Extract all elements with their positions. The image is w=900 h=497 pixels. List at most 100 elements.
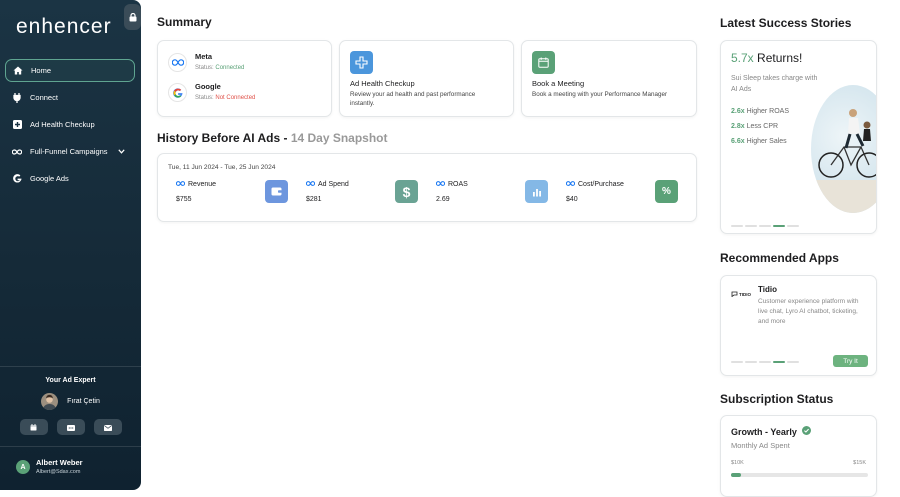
sidebar-item-connect[interactable]: Connect: [5, 86, 135, 109]
ad-health-title: Ad Health Checkup: [350, 79, 415, 88]
history-title: History Before AI Ads - 14 Day Snapshot: [157, 131, 388, 145]
plan-name-text: Growth - Yearly: [731, 426, 797, 437]
ad-health-checkup-card[interactable]: Ad Health Checkup Review your ad health …: [339, 40, 514, 117]
metric-label: Cost/Purchase: [565, 181, 624, 188]
lock-icon[interactable]: [124, 4, 141, 30]
carousel-dot[interactable]: [745, 361, 757, 363]
calendar-icon: [30, 418, 37, 436]
story-stats: 2.6x Higher ROAS 2.8x Less CPR 6.6x High…: [731, 104, 789, 149]
story-stat-num: 2.8x: [731, 123, 745, 130]
metric-label-text: Cost/Purchase: [578, 181, 624, 188]
dollar-icon: $: [395, 180, 418, 203]
metric-label: ROAS: [435, 181, 468, 188]
metric-ad-spend: Ad Spend $281 $: [305, 180, 428, 208]
app-desc: Customer experience platform with live c…: [758, 298, 859, 325]
medical-plus-icon: [12, 120, 22, 130]
sidebar-item-ad-health-checkup[interactable]: Ad Health Checkup: [5, 113, 135, 136]
story-stat: 6.6x Higher Sales: [731, 134, 789, 149]
user-profile[interactable]: A Albert Weber Albert@Sdax.com: [0, 446, 141, 475]
book-meeting-desc: Book a meeting with your Performance Man…: [532, 91, 668, 98]
tidio-logo-text: TIDIO: [739, 291, 751, 297]
history-title-text: History Before AI Ads -: [157, 131, 288, 145]
carousel-dot[interactable]: [759, 225, 771, 227]
story-stat: 2.8x Less CPR: [731, 119, 789, 134]
summary-title: Summary: [157, 15, 212, 29]
success-stories-title: Latest Success Stories: [720, 16, 852, 30]
sidebar: enhencer Home Connect Ad Health Checkup: [0, 0, 141, 490]
email-button[interactable]: [93, 419, 122, 435]
carousel-dot[interactable]: [731, 225, 743, 227]
story-image-bicycle: [811, 85, 876, 213]
meta-icon: [175, 181, 186, 188]
platform-status-card: Meta Status: Connected Google Status: No…: [157, 40, 332, 117]
story-headline-number: 5.7x: [731, 51, 754, 65]
ad-expert-panel: Your Ad Expert Fırat Çetin: [0, 366, 141, 435]
subscription-card[interactable]: Growth - Yearly Monthly Ad Spent $10K $1…: [720, 415, 877, 497]
metric-value: 2.69: [436, 196, 450, 203]
metric-value: $281: [306, 196, 322, 203]
google-status-prefix: Status:: [195, 95, 214, 101]
expert-avatar: [41, 393, 59, 410]
ad-expert: Fırat Çetin: [0, 393, 141, 410]
carousel-dot[interactable]: [731, 361, 743, 363]
app-name: Tidio: [758, 285, 777, 294]
sidebar-item-label: Google Ads: [30, 174, 69, 183]
plan-label: Monthly Ad Spent: [731, 441, 790, 450]
story-stat-text: Higher Sales: [746, 138, 787, 145]
recommended-apps-title: Recommended Apps: [720, 251, 839, 265]
wallet-icon: [265, 180, 288, 203]
recommended-app-card[interactable]: TIDIO Tidio Customer experience platform…: [720, 275, 877, 376]
meta-icon: [168, 53, 187, 72]
google-icon: [12, 174, 22, 184]
calendar-button[interactable]: [19, 418, 48, 436]
meta-icon: [435, 181, 446, 188]
story-stat-num: 2.6x: [731, 108, 745, 115]
ad-expert-title: Your Ad Expert: [45, 377, 96, 384]
carousel-dot[interactable]: [787, 361, 799, 363]
app-logo[interactable]: enhencer: [16, 15, 112, 39]
app-carousel-dots[interactable]: [731, 361, 799, 363]
sidebar-item-google-ads[interactable]: Google Ads: [5, 167, 135, 190]
bar-chart-icon: [525, 180, 548, 203]
sidebar-item-label: Home: [31, 66, 52, 75]
sidebar-item-label: Connect: [30, 93, 58, 102]
meta-name: Meta: [195, 52, 213, 61]
expert-name: Fırat Çetin: [67, 398, 100, 405]
book-meeting-card[interactable]: Book a Meeting Book a meeting with your …: [521, 40, 697, 117]
user-avatar: A: [16, 460, 30, 474]
carousel-dot[interactable]: [759, 361, 771, 363]
carousel-dot[interactable]: [787, 225, 799, 227]
carousel-dot[interactable]: [745, 225, 757, 227]
book-meeting-title: Book a Meeting: [532, 79, 585, 88]
meta-status-prefix: Status:: [195, 65, 214, 71]
metric-label-text: ROAS: [448, 181, 468, 188]
date-range: Tue, 11 Jun 2024 - Tue, 25 Jun 2024: [168, 164, 276, 171]
sidebar-item-full-funnel-campaigns[interactable]: Full-Funnel Campaigns: [5, 140, 135, 163]
google-status-value: Not Connected: [215, 95, 256, 101]
chevron-down-icon[interactable]: [118, 147, 125, 156]
spend-progress-fill: [731, 473, 741, 477]
percent-icon: %: [655, 180, 678, 203]
metric-revenue: Revenue $755: [175, 180, 298, 208]
sidebar-item-label: Ad Health Checkup: [30, 120, 95, 129]
carousel-dot-active[interactable]: [773, 361, 785, 363]
google-status: Status: Not Connected: [195, 95, 255, 101]
carousel-dots[interactable]: [731, 225, 799, 227]
metric-label: Ad Spend: [305, 181, 349, 188]
google-platform[interactable]: Google Status: Not Connected: [168, 82, 255, 102]
carousel-dot-active[interactable]: [773, 225, 785, 227]
meta-status: Status: Connected: [195, 65, 244, 71]
home-icon: [13, 66, 23, 76]
meta-platform[interactable]: Meta Status: Connected: [168, 52, 244, 72]
chat-button[interactable]: [56, 419, 85, 435]
metric-value: $755: [176, 196, 192, 203]
sidebar-item-home[interactable]: Home: [5, 59, 135, 82]
metric-label: Revenue: [175, 181, 216, 188]
success-story-card[interactable]: 5.7x Returns! Sui Sleep takes charge wit…: [720, 40, 877, 234]
spend-max: $15K: [853, 460, 866, 466]
try-it-button[interactable]: Try It: [833, 355, 868, 367]
google-name: Google: [195, 82, 221, 91]
ad-health-desc: Review your ad health and past performan…: [350, 91, 476, 107]
story-stat-text: Less CPR: [746, 123, 779, 130]
metric-label-text: Ad Spend: [318, 181, 349, 188]
